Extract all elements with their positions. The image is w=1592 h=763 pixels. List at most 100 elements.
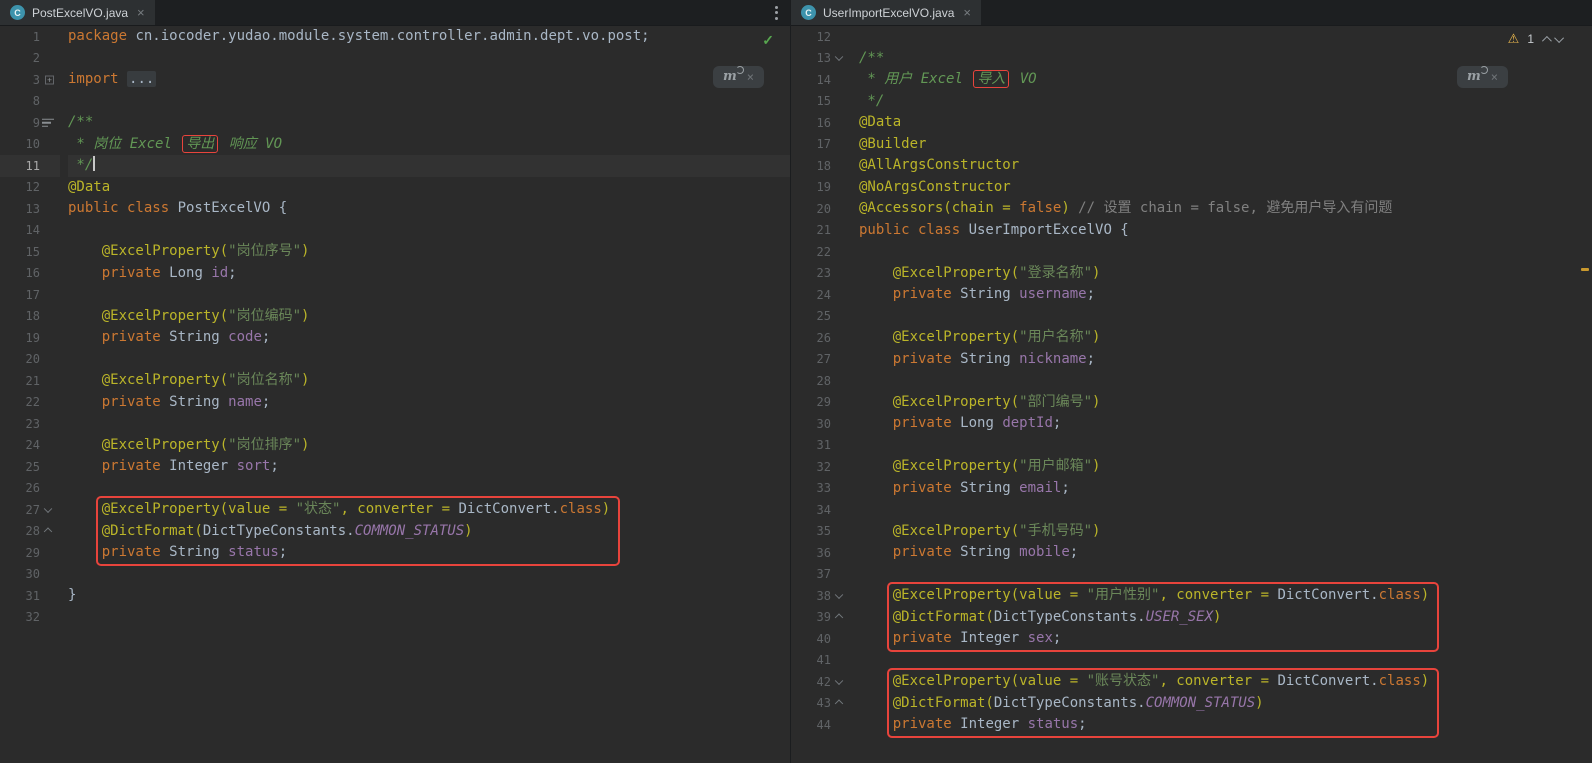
code-line[interactable]: private Long deptId; <box>859 413 1592 435</box>
code-line[interactable]: @ExcelProperty("岗位排序") <box>68 435 790 457</box>
code-line[interactable] <box>68 478 790 500</box>
code-line[interactable] <box>859 435 1592 457</box>
code-line[interactable]: private String email; <box>859 478 1592 500</box>
code-line[interactable]: private String status; <box>68 542 790 564</box>
code-line[interactable]: @ExcelProperty("部门编号") <box>859 392 1592 414</box>
code-line[interactable] <box>859 26 1592 48</box>
line-number[interactable]: 29 <box>791 392 851 414</box>
line-number[interactable]: 19 <box>791 177 851 199</box>
line-number[interactable]: 3 <box>0 69 60 91</box>
code-line[interactable]: * 岗位 Excel 导出 响应 VO <box>68 134 790 156</box>
line-number[interactable]: 32 <box>0 607 60 629</box>
code-line[interactable]: @Accessors(chain = false) // 设置 chain = … <box>859 198 1592 220</box>
code-line[interactable] <box>859 499 1592 521</box>
code-line[interactable]: public class UserImportExcelVO { <box>859 220 1592 242</box>
line-number[interactable]: 44 <box>791 714 851 736</box>
line-number[interactable]: 19 <box>0 327 60 349</box>
line-number[interactable]: 32 <box>791 456 851 478</box>
inspections-ok-widget[interactable]: ✓ <box>762 32 774 49</box>
fold-plus-icon[interactable] <box>45 75 54 84</box>
line-number[interactable]: 24 <box>0 435 60 457</box>
line-number[interactable]: 25 <box>0 456 60 478</box>
code-line[interactable]: @ExcelProperty("岗位名称") <box>68 370 790 392</box>
line-number[interactable]: 14 <box>791 69 851 91</box>
code-line[interactable]: private Integer sort; <box>68 456 790 478</box>
code-line[interactable]: import ... <box>68 69 790 91</box>
line-number[interactable]: 22 <box>791 241 851 263</box>
code-line[interactable] <box>68 284 790 306</box>
line-number[interactable]: 26 <box>0 478 60 500</box>
close-icon[interactable]: × <box>137 5 145 20</box>
code-line[interactable]: private String username; <box>859 284 1592 306</box>
code-line[interactable] <box>68 48 790 70</box>
code-line[interactable]: @Data <box>68 177 790 199</box>
line-number[interactable]: 15 <box>0 241 60 263</box>
line-number[interactable]: 35 <box>791 521 851 543</box>
line-number[interactable]: 28 <box>791 370 851 392</box>
line-number[interactable]: 42 <box>791 671 851 693</box>
line-number[interactable]: 20 <box>791 198 851 220</box>
code-line[interactable]: @ExcelProperty(value = "账号状态", converter… <box>859 671 1592 693</box>
tab-userimportexcelvo[interactable]: C UserImportExcelVO.java × <box>791 0 981 25</box>
kebab-menu-icon[interactable] <box>762 0 790 25</box>
line-number[interactable]: 38 <box>791 585 851 607</box>
line-number[interactable]: 23 <box>0 413 60 435</box>
line-number[interactable]: 17 <box>791 134 851 156</box>
line-number[interactable]: 29 <box>0 542 60 564</box>
error-stripe-marker[interactable] <box>1581 268 1589 271</box>
line-number[interactable]: 30 <box>791 413 851 435</box>
line-number[interactable]: 24 <box>791 284 851 306</box>
fold-down-icon[interactable] <box>835 53 843 61</box>
code-line[interactable]: /** <box>68 112 790 134</box>
code-line[interactable] <box>68 349 790 371</box>
line-number[interactable]: 17 <box>0 284 60 306</box>
code-line[interactable] <box>68 91 790 113</box>
fold-up-icon[interactable] <box>835 700 843 708</box>
code-line[interactable] <box>68 564 790 586</box>
code-line[interactable]: @ExcelProperty("手机号码") <box>859 521 1592 543</box>
tab-postexcelvo[interactable]: C PostExcelVO.java × <box>0 0 155 25</box>
code-line[interactable]: package cn.iocoder.yudao.module.system.c… <box>68 26 790 48</box>
code-line[interactable]: private String code; <box>68 327 790 349</box>
line-number[interactable]: 16 <box>0 263 60 285</box>
line-number[interactable]: 31 <box>791 435 851 457</box>
line-number[interactable]: 11 <box>0 155 60 177</box>
code-line[interactable]: @NoArgsConstructor <box>859 177 1592 199</box>
fold-up-icon[interactable] <box>44 528 52 536</box>
line-number[interactable]: 26 <box>791 327 851 349</box>
code-line[interactable] <box>859 370 1592 392</box>
line-number[interactable]: 34 <box>791 499 851 521</box>
line-number[interactable]: 21 <box>791 220 851 242</box>
next-issue-chevron-down-icon[interactable] <box>1554 33 1564 43</box>
code-line[interactable]: @ExcelProperty(value = "用户性别", converter… <box>859 585 1592 607</box>
code-line[interactable] <box>859 241 1592 263</box>
code-line[interactable]: @ExcelProperty("用户名称") <box>859 327 1592 349</box>
code-line[interactable]: private String nickname; <box>859 349 1592 371</box>
code-line[interactable]: private Integer status; <box>859 714 1592 736</box>
line-number[interactable]: 2 <box>0 48 60 70</box>
code-line[interactable]: @ExcelProperty(value = "状态", converter =… <box>68 499 790 521</box>
line-number[interactable]: 30 <box>0 564 60 586</box>
line-number[interactable]: 28 <box>0 521 60 543</box>
fold-up-icon[interactable] <box>835 614 843 622</box>
line-number[interactable]: 39 <box>791 607 851 629</box>
line-number[interactable]: 13 <box>0 198 60 220</box>
line-number[interactable]: 33 <box>791 478 851 500</box>
code-line[interactable]: private String name; <box>68 392 790 414</box>
code-line[interactable]: @DictFormat(DictTypeConstants.COMMON_STA… <box>68 521 790 543</box>
line-number[interactable]: 10 <box>0 134 60 156</box>
line-number[interactable]: 18 <box>791 155 851 177</box>
line-number[interactable]: 27 <box>0 499 60 521</box>
fold-down-icon[interactable] <box>835 676 843 684</box>
code-line[interactable]: @DictFormat(DictTypeConstants.COMMON_STA… <box>859 693 1592 715</box>
line-number[interactable]: 9 <box>0 112 60 134</box>
inline-completion-widget[interactable]: m × <box>713 66 764 88</box>
fold-down-icon[interactable] <box>44 504 52 512</box>
code-line[interactable]: @ExcelProperty("岗位编码") <box>68 306 790 328</box>
gutter-sort-lines-icon[interactable] <box>42 119 54 128</box>
code-line[interactable]: */ <box>68 155 790 177</box>
code-area[interactable]: package cn.iocoder.yudao.module.system.c… <box>60 26 790 763</box>
line-number[interactable]: 43 <box>791 693 851 715</box>
code-line[interactable] <box>859 564 1592 586</box>
line-number[interactable]: 13 <box>791 48 851 70</box>
